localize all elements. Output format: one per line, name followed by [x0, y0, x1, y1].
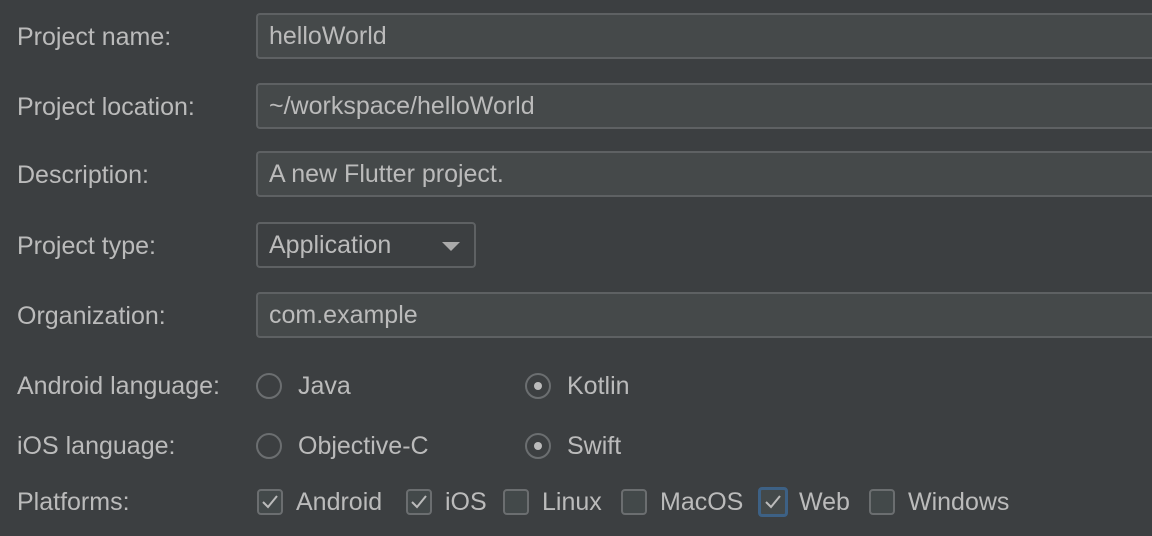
organization-input[interactable]	[256, 292, 1152, 338]
description-label: Description:	[17, 161, 149, 189]
checkmark-icon	[411, 495, 427, 509]
radio-unchecked-icon[interactable]	[256, 373, 282, 399]
checkbox-unchecked-icon[interactable]	[869, 489, 895, 515]
project-name-label: Project name:	[17, 23, 172, 51]
ios-language-row: iOS language: Objective-C Swift	[0, 421, 1152, 471]
project-location-input[interactable]	[256, 83, 1152, 129]
project-location-label: Project location:	[17, 93, 195, 121]
platform-windows-label: Windows	[908, 487, 1010, 516]
android-kotlin-label: Kotlin	[567, 371, 630, 400]
platform-macos-label: MacOS	[660, 487, 744, 516]
checkbox-unchecked-icon[interactable]	[503, 489, 529, 515]
platform-windows-checkbox[interactable]: Windows	[869, 477, 1009, 527]
checkbox-checked-icon[interactable]	[257, 489, 283, 515]
platform-ios-label: iOS	[445, 487, 487, 516]
checkbox-checked-icon[interactable]	[758, 487, 788, 517]
android-java-label: Java	[298, 371, 351, 400]
ios-objc-radio[interactable]: Objective-C	[256, 421, 429, 471]
project-type-label: Project type:	[17, 232, 156, 260]
project-type-row: Project type: Application	[0, 221, 1152, 271]
checkmark-icon	[765, 495, 781, 509]
android-language-row: Android language: Java Kotlin	[0, 361, 1152, 411]
radio-checked-icon[interactable]	[525, 373, 551, 399]
radio-checked-icon[interactable]	[525, 433, 551, 459]
chevron-down-icon	[442, 242, 460, 251]
platforms-label: Platforms:	[17, 488, 130, 516]
platform-android-checkbox[interactable]: Android	[257, 477, 382, 527]
platform-linux-label: Linux	[542, 487, 602, 516]
project-type-selected: Application	[269, 231, 392, 259]
platform-ios-checkbox[interactable]: iOS	[406, 477, 487, 527]
platform-linux-checkbox[interactable]: Linux	[503, 477, 602, 527]
organization-row: Organization:	[0, 291, 1152, 341]
platforms-row: Platforms: Android iOS Linux MacOS Web W…	[0, 477, 1152, 527]
project-name-input[interactable]	[256, 13, 1152, 59]
ios-swift-radio[interactable]: Swift	[525, 421, 621, 471]
radio-unchecked-icon[interactable]	[256, 433, 282, 459]
ios-swift-label: Swift	[567, 431, 622, 460]
checkmark-icon	[262, 495, 278, 509]
description-input[interactable]	[256, 151, 1152, 197]
project-location-row: Project location:	[0, 82, 1152, 132]
checkbox-unchecked-icon[interactable]	[621, 489, 647, 515]
project-name-row: Project name:	[0, 12, 1152, 62]
ios-objc-label: Objective-C	[298, 431, 429, 460]
android-kotlin-radio[interactable]: Kotlin	[525, 361, 630, 411]
project-type-dropdown[interactable]: Application	[256, 222, 476, 268]
android-language-label: Android language:	[17, 372, 220, 400]
platform-android-label: Android	[296, 487, 383, 516]
description-row: Description:	[0, 150, 1152, 200]
android-java-radio[interactable]: Java	[256, 361, 351, 411]
checkbox-checked-icon[interactable]	[406, 489, 432, 515]
platform-macos-checkbox[interactable]: MacOS	[621, 477, 743, 527]
ios-language-label: iOS language:	[17, 432, 176, 460]
organization-label: Organization:	[17, 302, 166, 330]
platform-web-label: Web	[799, 487, 850, 516]
platform-web-checkbox[interactable]: Web	[758, 477, 850, 527]
